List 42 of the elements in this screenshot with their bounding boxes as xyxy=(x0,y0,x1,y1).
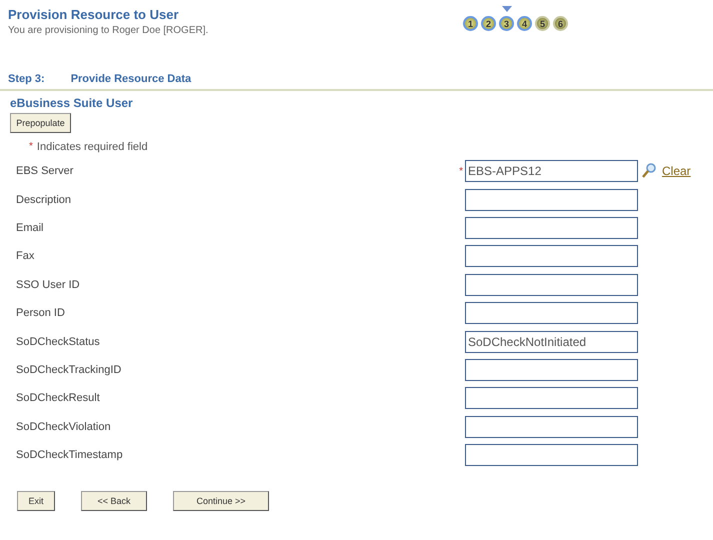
input-field[interactable]: EBS-APPS12 xyxy=(465,160,638,182)
input-field[interactable]: SoDCheckNotInitiated xyxy=(465,330,638,353)
nav-button[interactable]: Continue >> xyxy=(173,491,269,512)
input-field[interactable] xyxy=(465,274,638,296)
required-mark: * xyxy=(29,141,33,153)
step-indicator: 4 xyxy=(517,16,532,31)
field-label: Description xyxy=(15,194,72,206)
required-mark: * xyxy=(459,166,463,177)
step-indicator: 6 xyxy=(553,16,568,31)
step-indicator: 3 xyxy=(499,16,514,31)
field-label: SoDCheckViolation xyxy=(15,420,112,433)
required-note: Indicates required field xyxy=(36,141,148,153)
field-label: SoDCheckTrackingID xyxy=(15,364,122,376)
field-label: Email xyxy=(15,222,45,234)
step-number: Step 3: xyxy=(8,73,45,85)
page-title: Provision Resource to User xyxy=(8,7,180,22)
input-field[interactable] xyxy=(465,444,638,466)
field-label: SoDCheckTimestamp xyxy=(15,449,124,462)
nav-button[interactable]: Exit xyxy=(17,491,55,512)
prepopulate-button[interactable]: Prepopulate xyxy=(10,113,71,133)
search-icon[interactable] xyxy=(642,163,656,180)
clear-link[interactable]: Clear xyxy=(662,164,691,178)
input-field[interactable] xyxy=(465,302,638,324)
field-label: EBS Server xyxy=(15,165,74,178)
field-label: SoDCheckStatus xyxy=(15,336,101,348)
section-title: eBusiness Suite User xyxy=(9,95,134,112)
step-indicator: 2 xyxy=(481,16,496,31)
input-field[interactable] xyxy=(465,188,638,211)
step-title: Provide Resource Data xyxy=(70,73,192,85)
input-field[interactable] xyxy=(465,216,638,239)
field-label: SSO User ID xyxy=(15,278,81,291)
input-field[interactable] xyxy=(465,358,638,381)
input-field[interactable] xyxy=(465,416,638,438)
nav-button[interactable]: << Back xyxy=(81,491,147,512)
input-field[interactable] xyxy=(465,387,638,410)
provisioning-subtitle: You are provisioning to Roger Doe [ROGER]. xyxy=(8,25,210,36)
step-indicator: 1 xyxy=(463,16,478,31)
input-field[interactable] xyxy=(465,245,638,268)
step-indicator: 5 xyxy=(535,16,550,31)
field-label: SoDCheckResult xyxy=(15,392,101,404)
field-label: Person ID xyxy=(15,307,66,320)
field-label: Fax xyxy=(15,250,36,262)
